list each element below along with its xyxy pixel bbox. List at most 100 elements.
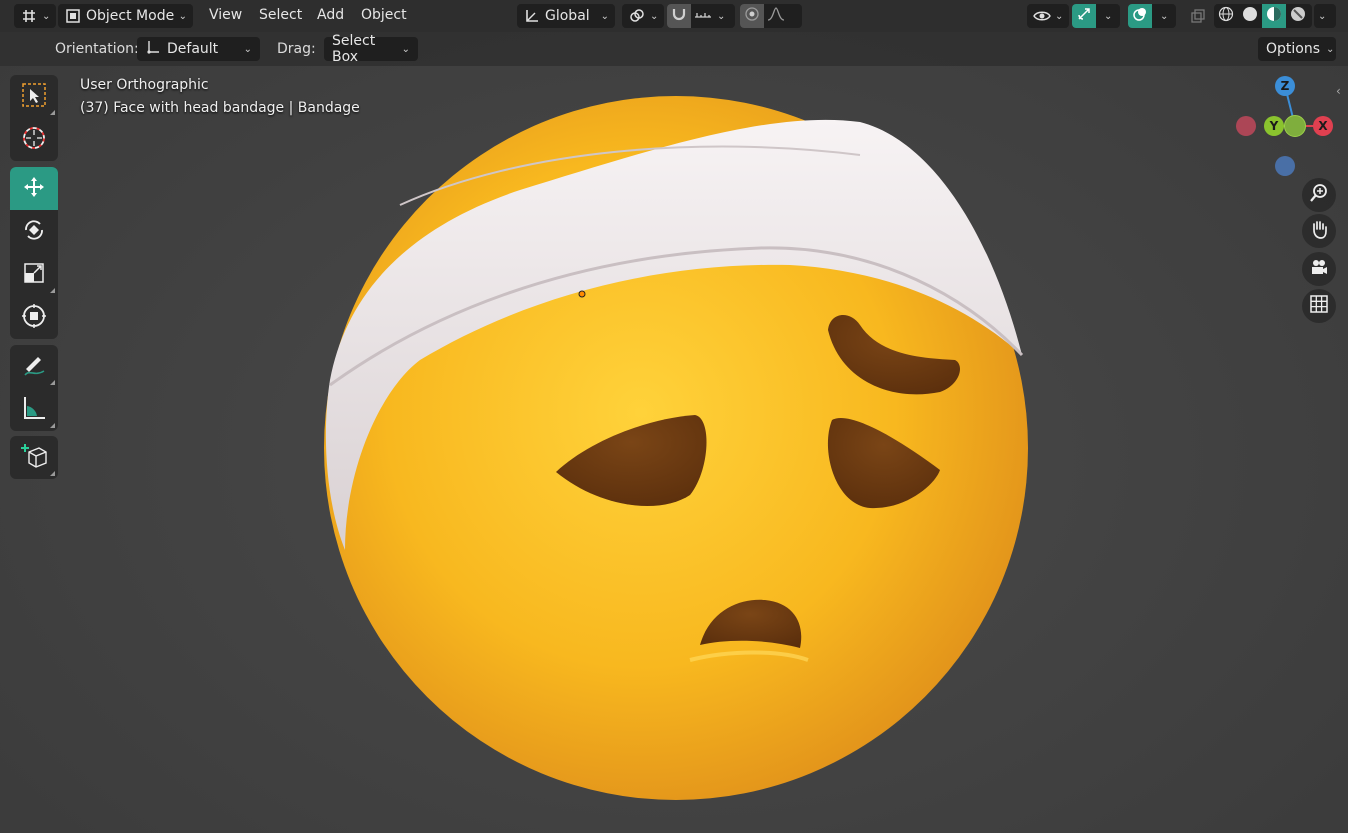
snap-increment-icon xyxy=(694,7,712,25)
pan-button[interactable] xyxy=(1302,214,1336,248)
proportional-toggle[interactable] xyxy=(740,4,764,28)
magnet-icon xyxy=(671,6,687,26)
annotate-tool[interactable] xyxy=(10,345,58,388)
wireframe-shading-button[interactable] xyxy=(1214,4,1238,28)
toolbar-annotate-group xyxy=(10,345,58,431)
pivot-point-dropdown[interactable]: ⌄ xyxy=(622,4,665,28)
perspective-toggle-button[interactable] xyxy=(1302,289,1336,323)
chevron-down-icon: ⌄ xyxy=(1160,10,1169,22)
chevron-down-icon: ⌄ xyxy=(600,10,609,22)
camera-icon xyxy=(1309,257,1329,281)
falloff-dropdown[interactable] xyxy=(764,4,788,28)
drag-value: Select Box xyxy=(332,33,376,65)
menu-view[interactable]: View xyxy=(209,7,242,23)
menu-object[interactable]: Object xyxy=(361,7,407,23)
overlays-icon xyxy=(1132,6,1148,26)
snapping-group: ⌄ xyxy=(667,4,735,28)
rendered-shading-button[interactable] xyxy=(1286,4,1310,28)
xray-icon xyxy=(1189,7,1207,25)
gizmo-y-axis[interactable]: Y xyxy=(1264,116,1284,136)
overlay-toggle[interactable] xyxy=(1128,4,1152,28)
ruler-icon xyxy=(20,394,48,426)
shading-options-dropdown[interactable]: ⌄ xyxy=(1314,4,1336,28)
overlay-group: ⌄ xyxy=(1128,4,1176,28)
gizmo-x-axis[interactable]: X xyxy=(1313,116,1333,136)
rendered-sphere-icon xyxy=(1290,6,1306,26)
select-box-tool[interactable] xyxy=(10,75,58,118)
toolbar-add-group xyxy=(10,436,58,479)
chevron-down-icon: ⌄ xyxy=(178,10,187,22)
toolbar-select-group xyxy=(10,75,58,161)
editor-type-button[interactable]: ⌄ xyxy=(14,4,57,28)
gizmo-neg-x-axis[interactable] xyxy=(1236,116,1256,136)
drag-field-label: Drag: xyxy=(277,41,316,57)
view3d-icon xyxy=(20,7,38,25)
navigation-gizmo[interactable]: Z Y X xyxy=(1230,72,1340,182)
toolbar-transform-group xyxy=(10,167,58,339)
chevron-down-icon: ⌄ xyxy=(1055,10,1064,22)
gizmo-neg-y-axis[interactable] xyxy=(1284,115,1306,137)
hand-icon xyxy=(1309,219,1329,243)
scale-tool[interactable] xyxy=(10,253,58,296)
move-tool[interactable] xyxy=(10,167,58,210)
measure-tool[interactable] xyxy=(10,388,58,431)
orientation-dropdown[interactable]: Default ⌄ xyxy=(137,37,260,61)
chevron-down-icon: ⌄ xyxy=(1318,10,1327,22)
material-sphere-icon xyxy=(1266,6,1282,26)
zoom-button[interactable] xyxy=(1302,178,1336,212)
material-preview-button[interactable] xyxy=(1262,4,1286,28)
orientation-field-label: Orientation: xyxy=(55,41,139,57)
menu-select[interactable]: Select xyxy=(259,7,302,23)
xray-toggle[interactable] xyxy=(1183,4,1213,28)
gizmo-z-axis[interactable]: Z xyxy=(1275,76,1295,96)
gizmo-icon xyxy=(1076,6,1092,26)
emoji-model[interactable] xyxy=(300,80,1060,820)
orientation-icon xyxy=(145,39,161,59)
transform-icon xyxy=(20,302,48,334)
chevron-down-icon: ⌄ xyxy=(650,10,659,22)
cursor-tool[interactable] xyxy=(10,118,58,161)
orientation-icon xyxy=(523,7,541,25)
visibility-dropdown[interactable]: ⌄ xyxy=(1027,4,1070,28)
mode-label: Object Mode xyxy=(86,8,175,24)
drag-dropdown[interactable]: Select Box ⌄ xyxy=(324,33,418,65)
menu-add[interactable]: Add xyxy=(317,7,344,23)
chevron-down-icon: ⌄ xyxy=(717,10,726,22)
camera-view-button[interactable] xyxy=(1302,252,1336,286)
chevron-down-icon: ⌄ xyxy=(401,43,410,55)
chevron-down-icon: ⌄ xyxy=(42,10,51,22)
object-origin xyxy=(578,290,586,298)
options-dropdown[interactable]: Options ⌄ xyxy=(1258,37,1336,61)
pencil-icon xyxy=(20,351,48,383)
gizmo-neg-z-axis[interactable] xyxy=(1275,156,1295,176)
options-label: Options xyxy=(1266,41,1321,57)
mode-dropdown[interactable]: Object Mode ⌄ xyxy=(58,4,193,28)
falloff-curve-icon xyxy=(767,7,785,25)
shading-group xyxy=(1214,4,1312,28)
transform-tool[interactable] xyxy=(10,296,58,339)
transform-orientation-dropdown[interactable]: Global ⌄ xyxy=(517,4,615,28)
orientation-label: Global xyxy=(545,8,590,24)
link-icon xyxy=(628,7,646,25)
cursor-icon xyxy=(20,124,48,156)
proportional-editing-icon xyxy=(744,6,760,26)
viewport-header: ⌄ Object Mode ⌄ View Select Add Object G… xyxy=(0,0,1348,32)
chevron-down-icon: ⌄ xyxy=(1104,10,1113,22)
chevron-down-icon: ⌄ xyxy=(1326,43,1335,55)
rotate-tool[interactable] xyxy=(10,210,58,253)
grid-icon xyxy=(1309,294,1329,318)
move-arrows-icon xyxy=(20,173,48,205)
snap-target-dropdown[interactable] xyxy=(691,4,715,28)
eye-icon xyxy=(1033,7,1051,25)
orientation-value: Default xyxy=(167,41,219,57)
snap-toggle[interactable] xyxy=(667,4,691,28)
gizmo-toggle[interactable] xyxy=(1072,4,1096,28)
add-cube-tool[interactable] xyxy=(10,436,58,479)
object-info: (37) Face with head bandage | Bandage xyxy=(80,100,360,116)
object-mode-icon xyxy=(64,7,82,25)
select-box-icon xyxy=(20,81,48,113)
solid-shading-button[interactable] xyxy=(1238,4,1262,28)
sidebar-toggle-icon[interactable]: ‹ xyxy=(1336,84,1341,98)
rotate-icon xyxy=(20,216,48,248)
view-name: User Orthographic xyxy=(80,77,209,93)
